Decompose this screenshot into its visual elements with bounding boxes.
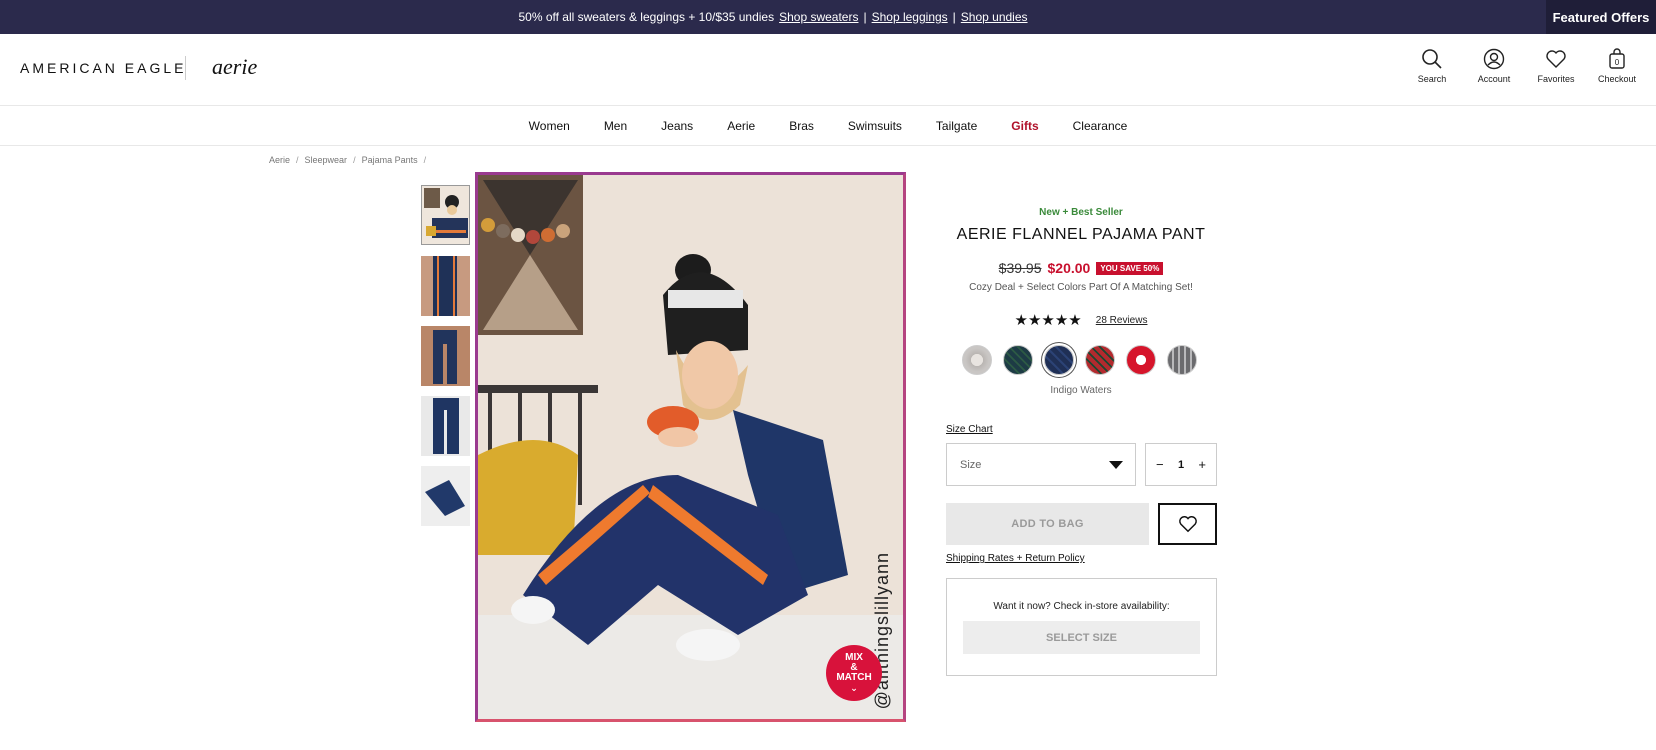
- site-header: AMERICAN EAGLE aerie Search Account Favo…: [0, 34, 1656, 106]
- favorites-button[interactable]: Favorites: [1526, 48, 1586, 84]
- promo-message: 50% off all sweaters & leggings + 10/$35…: [0, 0, 1546, 34]
- search-label: Search: [1417, 74, 1447, 84]
- nav-tailgate[interactable]: Tailgate: [919, 119, 994, 133]
- american-eagle-logo[interactable]: AMERICAN EAGLE: [20, 60, 186, 76]
- breadcrumb-separator: /: [296, 155, 299, 165]
- nav-gifts[interactable]: Gifts: [994, 119, 1055, 133]
- color-swatch-1[interactable]: [962, 345, 992, 375]
- product-thumbnail-5[interactable]: [421, 466, 470, 526]
- search-icon: [1422, 49, 1442, 69]
- mix-and-match-button[interactable]: MIX & MATCH ⌄: [826, 645, 882, 701]
- nav-women[interactable]: Women: [512, 119, 587, 133]
- color-swatches: [962, 345, 1197, 375]
- account-icon: [1483, 48, 1505, 70]
- quantity-stepper: − 1 +: [1145, 443, 1217, 486]
- logo-divider: [185, 56, 186, 80]
- size-dropdown[interactable]: Size: [946, 443, 1136, 486]
- nav-bras[interactable]: Bras: [772, 119, 831, 133]
- checkout-button[interactable]: 0 Checkout: [1587, 48, 1647, 84]
- deal-message: Cozy Deal + Select Colors Part Of A Matc…: [969, 282, 1193, 293]
- product-thumbnail-1[interactable]: [421, 185, 470, 245]
- bag-icon: 0: [1609, 48, 1625, 69]
- main-nav: Women Men Jeans Aerie Bras Swimsuits Tai…: [0, 106, 1656, 146]
- color-swatch-5[interactable]: [1126, 345, 1156, 375]
- rating-row: ★★★★★ 28 Reviews: [946, 311, 1216, 329]
- color-swatch-6[interactable]: [1167, 345, 1197, 375]
- account-button[interactable]: Account: [1464, 48, 1524, 84]
- breadcrumb-separator: /: [353, 155, 356, 165]
- chevron-down-icon: ⌄: [850, 683, 858, 693]
- heart-icon: [1546, 50, 1566, 68]
- shop-sweaters-link[interactable]: Shop sweaters: [779, 10, 858, 24]
- color-swatch-2[interactable]: [1003, 345, 1033, 375]
- promo-bar: 50% off all sweaters & leggings + 10/$35…: [0, 0, 1656, 34]
- favorites-label: Favorites: [1537, 74, 1575, 84]
- heart-icon: [1178, 516, 1197, 533]
- nav-jeans[interactable]: Jeans: [644, 119, 710, 133]
- savings-badge: YOU SAVE 50%: [1096, 261, 1164, 275]
- store-availability-box: Want it now? Check in-store availability…: [946, 578, 1217, 676]
- product-thumbnail-3[interactable]: [421, 326, 470, 386]
- star-rating-icon: ★★★★★: [1014, 312, 1082, 329]
- promo-separator: |: [863, 10, 867, 24]
- size-chart-link[interactable]: Size Chart: [946, 424, 993, 435]
- nav-clearance[interactable]: Clearance: [1056, 119, 1145, 133]
- product-thumbnail-2[interactable]: [421, 256, 470, 316]
- selected-color-name: Indigo Waters: [1050, 385, 1112, 396]
- main-product-image[interactable]: @allthingslillyann MIX & MATCH ⌄: [475, 172, 906, 722]
- breadcrumb-aerie[interactable]: Aerie: [269, 155, 290, 165]
- shipping-policy-link[interactable]: Shipping Rates + Return Policy: [946, 553, 1085, 564]
- breadcrumb-pajama-pants[interactable]: Pajama Pants: [362, 155, 418, 165]
- caret-down-icon: [1109, 461, 1123, 469]
- bag-count: 0: [1615, 58, 1620, 67]
- shop-leggings-link[interactable]: Shop leggings: [872, 10, 948, 24]
- product-title: AERIE FLANNEL PAJAMA PANT: [956, 226, 1206, 243]
- account-label: Account: [1477, 74, 1511, 84]
- reviews-link[interactable]: 28 Reviews: [1096, 315, 1148, 326]
- breadcrumb-separator: /: [423, 155, 427, 165]
- shop-undies-link[interactable]: Shop undies: [961, 10, 1028, 24]
- original-price: $39.95: [998, 260, 1042, 276]
- product-thumbnail-4[interactable]: [421, 396, 470, 456]
- quantity-value[interactable]: 1: [1178, 459, 1184, 471]
- size-placeholder: Size: [960, 458, 982, 471]
- price-row: $39.95 $20.00 YOU SAVE 50%: [946, 260, 1216, 276]
- breadcrumb-sleepwear[interactable]: Sleepwear: [305, 155, 348, 165]
- search-button[interactable]: Search: [1402, 48, 1462, 84]
- color-swatch-4[interactable]: [1085, 345, 1115, 375]
- nav-aerie[interactable]: Aerie: [710, 119, 772, 133]
- nav-men[interactable]: Men: [587, 119, 644, 133]
- quantity-decrease-button[interactable]: −: [1156, 457, 1164, 472]
- select-size-button[interactable]: SELECT SIZE: [963, 621, 1200, 654]
- store-availability-text: Want it now? Check in-store availability…: [993, 601, 1170, 612]
- featured-offers-button[interactable]: Featured Offers: [1546, 0, 1656, 34]
- match-label: MATCH: [836, 672, 872, 683]
- new-best-seller-badge: New + Best Seller: [1039, 207, 1123, 218]
- sale-price: $20.00: [1047, 260, 1091, 276]
- add-to-favorites-button[interactable]: [1158, 503, 1217, 545]
- promo-text: 50% off all sweaters & leggings + 10/$35…: [518, 10, 775, 24]
- checkout-label: Checkout: [1597, 74, 1637, 84]
- breadcrumb: Aerie / Sleepwear / Pajama Pants /: [269, 155, 426, 165]
- quantity-increase-button[interactable]: +: [1198, 457, 1206, 472]
- nav-swimsuits[interactable]: Swimsuits: [831, 119, 919, 133]
- color-swatch-3[interactable]: [1044, 345, 1074, 375]
- aerie-logo[interactable]: aerie: [212, 54, 257, 80]
- promo-separator: |: [952, 10, 956, 24]
- add-to-bag-button[interactable]: ADD TO BAG: [946, 503, 1149, 545]
